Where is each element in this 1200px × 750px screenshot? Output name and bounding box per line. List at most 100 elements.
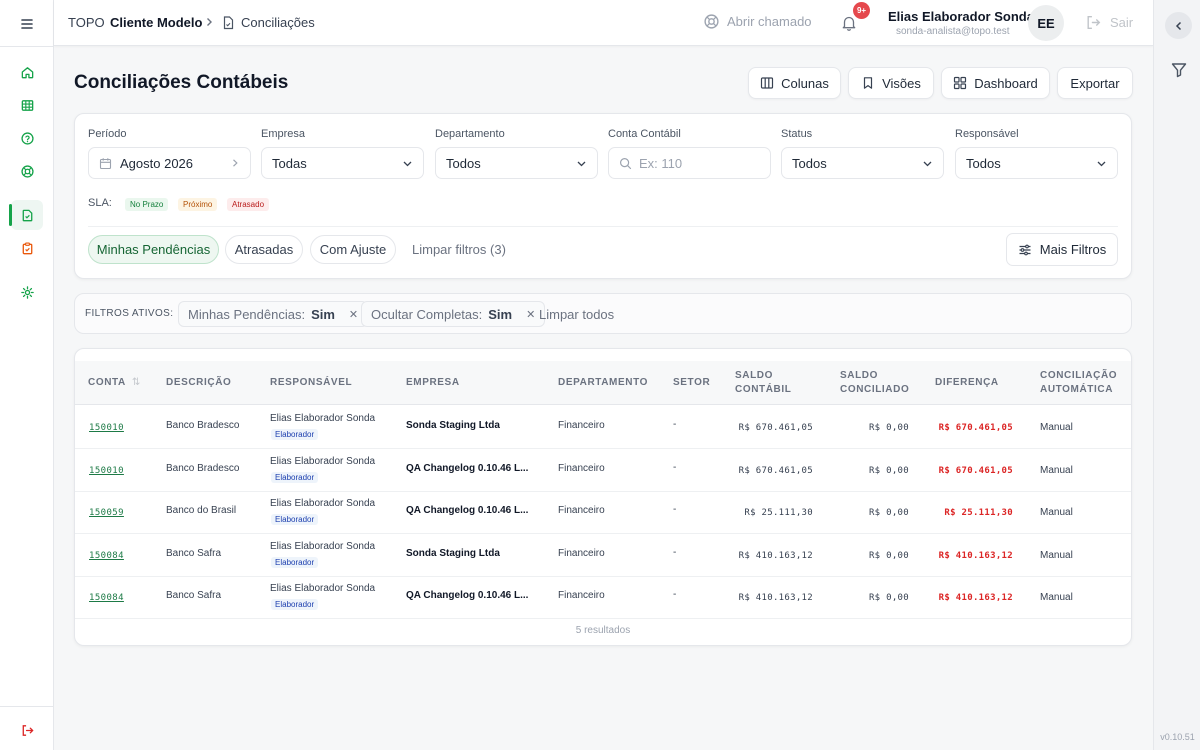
sidebar-item-table[interactable]: [11, 90, 43, 120]
sidebar-item-support[interactable]: [11, 156, 43, 186]
sidebar-item-help[interactable]: [11, 123, 43, 153]
left-sidebar: [0, 0, 54, 750]
open-ticket-button[interactable]: Abrir chamado: [703, 13, 812, 30]
clear-filters-link[interactable]: Limpar filtros (3): [412, 242, 506, 257]
account-code-link[interactable]: 150084: [89, 551, 124, 561]
description-cell: Banco Safra: [166, 590, 222, 601]
department-cell: Financeiro: [558, 463, 605, 474]
quick-filter-adjust[interactable]: Com Ajuste: [310, 235, 396, 264]
sla-badge-near[interactable]: Próximo: [178, 198, 218, 211]
owner-select[interactable]: Todos: [955, 147, 1118, 179]
reconciliation-type-cell: Manual: [1040, 465, 1073, 476]
header-responsavel[interactable]: RESPONSÁVEL: [270, 376, 352, 390]
views-label: Visões: [882, 75, 921, 91]
table-row[interactable]: 150010 Banco Bradesco Elias Elaborador Son…: [75, 406, 1131, 449]
reconciled-balance-cell: R$ 0,00: [868, 593, 909, 603]
sidebar-item-home[interactable]: [11, 57, 43, 87]
dashboard-button[interactable]: Dashboard: [941, 67, 1050, 99]
account-code-link[interactable]: 150059: [89, 508, 124, 518]
settings-icon: [20, 285, 35, 300]
status-select[interactable]: Todos: [781, 147, 944, 179]
file-check-icon: [20, 208, 35, 223]
lifebuoy-icon: [20, 164, 35, 179]
account-code-link[interactable]: 150084: [89, 593, 124, 603]
header-saldo-contabil[interactable]: SALDO CONTÁBIL: [735, 369, 791, 397]
sidebar-item-settings[interactable]: [11, 277, 43, 307]
table-icon: [20, 98, 35, 113]
table-row[interactable]: 150084 Banco Safra Elias Elaborador Sonda E…: [75, 576, 1131, 619]
sidebar-item-tasks[interactable]: [11, 233, 43, 263]
export-button[interactable]: Exportar: [1057, 67, 1133, 99]
more-filters-button[interactable]: Mais Filtros: [1006, 233, 1118, 266]
breadcrumb-org[interactable]: TOPO: [68, 15, 105, 30]
avatar[interactable]: EE: [1028, 5, 1064, 41]
reconciliation-type-cell: Manual: [1040, 422, 1073, 433]
menu-icon[interactable]: [17, 14, 37, 34]
open-ticket-label: Abrir chamado: [727, 14, 812, 29]
sidebar-item-conciliacoes[interactable]: [9, 200, 43, 230]
sliders-icon: [1018, 243, 1032, 257]
logout-button[interactable]: Sair: [1085, 14, 1133, 31]
header-saldo-conciliado[interactable]: SALDO CONCILIADO: [840, 369, 909, 397]
breadcrumb-client[interactable]: Cliente Modelo: [110, 15, 202, 30]
user-name: Elias Elaborador Sonda: [888, 9, 1034, 24]
company-cell: Sonda Staging Ltda: [406, 548, 500, 559]
chip-value: Sim: [488, 306, 513, 322]
table-row[interactable]: 150084 Banco Safra Elias Elaborador Sonda E…: [75, 534, 1131, 577]
difference-cell: R$ 670.461,05: [938, 423, 1013, 433]
views-button[interactable]: Visões: [848, 67, 934, 99]
account-code-link[interactable]: 150010: [89, 466, 124, 476]
header-diferenca[interactable]: DIFERENÇA: [935, 376, 999, 390]
account-search-input[interactable]: Ex: 110: [608, 147, 771, 179]
company-cell: QA Changelog 0.10.46 L...: [406, 463, 529, 474]
collapse-panel-button[interactable]: [1165, 12, 1192, 39]
period-label: Período: [88, 128, 127, 140]
clear-all-filters-link[interactable]: Limpar todos: [539, 307, 614, 322]
table-row[interactable]: 150010 Banco Bradesco Elias Elaborador Son…: [75, 449, 1131, 492]
right-rail: v0.10.51: [1153, 0, 1200, 750]
book-balance-cell: R$ 670.461,05: [738, 466, 813, 476]
header-line: AUTOMÁTICA: [1040, 384, 1114, 395]
header-descricao[interactable]: DESCRIÇÃO: [166, 376, 231, 390]
close-icon[interactable]: ✕: [349, 308, 358, 321]
columns-label: Colunas: [781, 75, 829, 91]
department-label: Departamento: [435, 128, 505, 140]
sla-label: SLA:: [88, 197, 112, 209]
active-filter-chip: Minhas Pendências: Sim ✕: [178, 301, 369, 327]
columns-button[interactable]: Colunas: [748, 67, 841, 99]
owner-value: Todos: [966, 155, 1001, 171]
department-value: Todos: [446, 155, 481, 171]
role-badge: Elaborador: [271, 599, 319, 610]
role-badge: Elaborador: [271, 472, 319, 483]
department-cell: Financeiro: [558, 590, 605, 601]
role-badge: Elaborador: [271, 429, 319, 440]
lifebuoy-icon: [703, 13, 720, 30]
header-conta[interactable]: CONTA ⇅: [88, 376, 141, 390]
quick-filter-late[interactable]: Atrasadas: [225, 235, 303, 264]
results-count: 5 resultados: [575, 625, 631, 636]
sla-badge-on-time[interactable]: No Prazo: [125, 198, 169, 211]
header-line: CONCILIADO: [840, 384, 910, 395]
table-row[interactable]: 150059 Banco do Brasil Elias Elaborador So…: [75, 491, 1131, 534]
header-conciliacao[interactable]: CONCILIAÇÃO AUTOMÁTICA: [1040, 369, 1117, 397]
file-icon: [222, 16, 235, 30]
reconciled-balance-cell: R$ 0,00: [868, 466, 909, 476]
reconciliation-type-cell: Manual: [1040, 592, 1073, 603]
close-icon[interactable]: ✕: [526, 308, 535, 321]
sidebar-logout[interactable]: [11, 715, 43, 745]
owner-cell: Elias Elaborador Sonda: [270, 541, 376, 552]
filter-icon[interactable]: [1169, 60, 1189, 80]
account-label: Conta Contábil: [608, 128, 681, 140]
quick-filter-mine[interactable]: Minhas Pendências: [88, 235, 219, 264]
dashboard-label: Dashboard: [974, 75, 1038, 91]
app-version: v0.10.51: [1160, 732, 1195, 742]
header-departamento[interactable]: DEPARTAMENTO: [558, 376, 648, 390]
sla-badge-late[interactable]: Atrasado: [227, 198, 270, 211]
company-select[interactable]: Todas: [261, 147, 424, 179]
department-select[interactable]: Todos: [435, 147, 598, 179]
header-setor[interactable]: SETOR: [673, 376, 710, 390]
header-empresa[interactable]: EMPRESA: [406, 376, 460, 390]
reconciled-balance-cell: R$ 0,00: [868, 423, 909, 433]
account-code-link[interactable]: 150010: [89, 423, 124, 433]
period-selector[interactable]: Agosto 2026: [88, 147, 251, 179]
